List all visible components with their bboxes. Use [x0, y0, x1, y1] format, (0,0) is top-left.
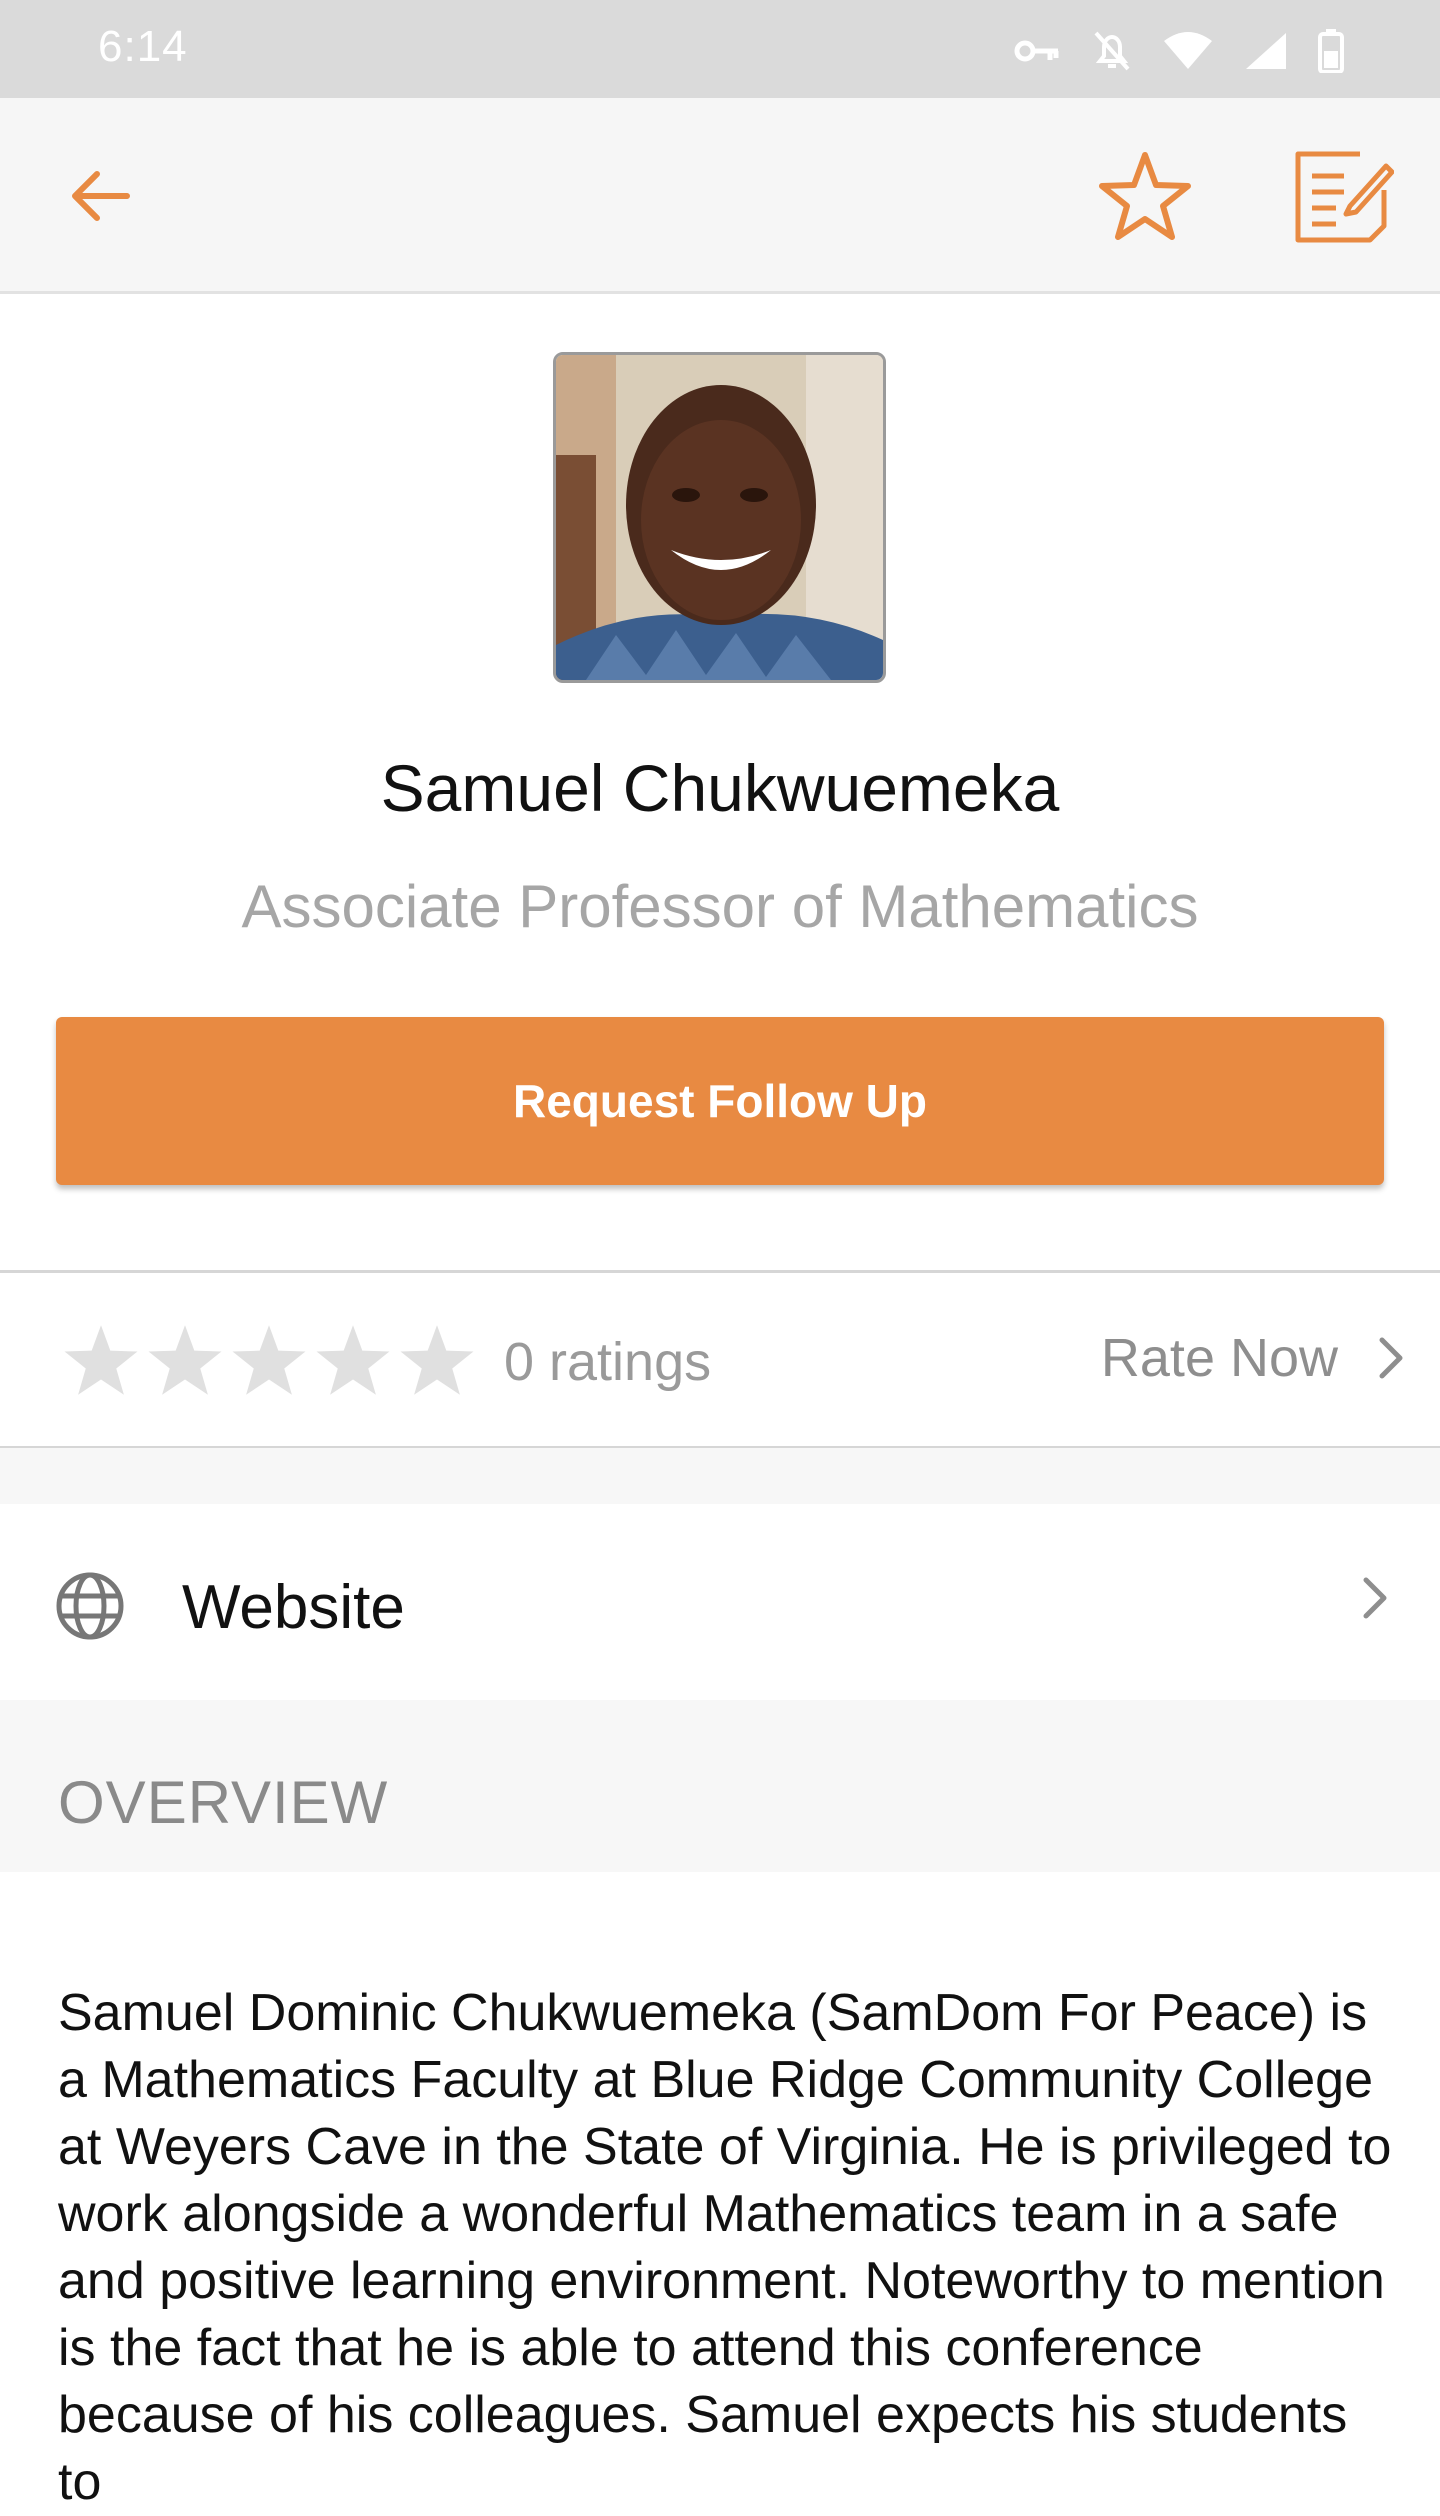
chevron-right-icon	[1363, 1577, 1387, 1619]
ratings-row: 0 ratings Rate Now	[0, 1273, 1440, 1447]
app-bar	[0, 98, 1440, 294]
status-time: 6:14	[98, 22, 188, 71]
request-follow-up-button[interactable]: Request Follow Up	[56, 1017, 1384, 1185]
bell-off-icon	[1094, 31, 1130, 71]
arrow-left-icon	[72, 171, 130, 221]
ratings-count: 0 ratings	[504, 1332, 712, 1392]
note-edit-icon	[1295, 151, 1394, 243]
rate-now-label: Rate Now	[1100, 1328, 1338, 1388]
star-icon	[400, 1325, 474, 1395]
section-spacer	[0, 1448, 1440, 1504]
notes-button[interactable]	[1284, 142, 1400, 250]
back-button[interactable]	[50, 150, 150, 242]
vpn-key-icon	[1014, 40, 1059, 62]
rate-now-button[interactable]: Rate Now	[1101, 1323, 1404, 1393]
profile-photo	[553, 352, 886, 683]
profile-name: Samuel Chukwuemeka	[380, 751, 1060, 825]
chevron-right-icon	[1379, 1337, 1403, 1379]
website-link[interactable]: Website	[0, 1504, 1440, 1700]
wifi-icon	[1164, 32, 1212, 69]
profile-title: Associate Professor of Mathematics	[241, 873, 1199, 940]
star-icon	[148, 1325, 222, 1395]
star-icon	[64, 1325, 138, 1395]
overview-text: Samuel Dominic Chukwuemeka (SamDom For P…	[58, 1984, 1392, 2511]
signal-icon	[1246, 33, 1286, 69]
star-icon	[232, 1325, 306, 1395]
star-outline-icon	[1099, 152, 1191, 240]
status-icons	[1014, 26, 1344, 76]
rating-stars	[60, 1321, 478, 1399]
favorite-button[interactable]	[1090, 144, 1200, 248]
star-icon	[316, 1325, 390, 1395]
overview-header: OVERVIEW	[0, 1700, 1440, 1872]
status-bar: 6:14	[0, 0, 1440, 98]
overview-heading: OVERVIEW	[58, 1769, 389, 1836]
globe-icon	[56, 1572, 124, 1640]
battery-icon	[1318, 29, 1344, 73]
website-label: Website	[182, 1573, 405, 1642]
avatar-image	[556, 355, 883, 680]
